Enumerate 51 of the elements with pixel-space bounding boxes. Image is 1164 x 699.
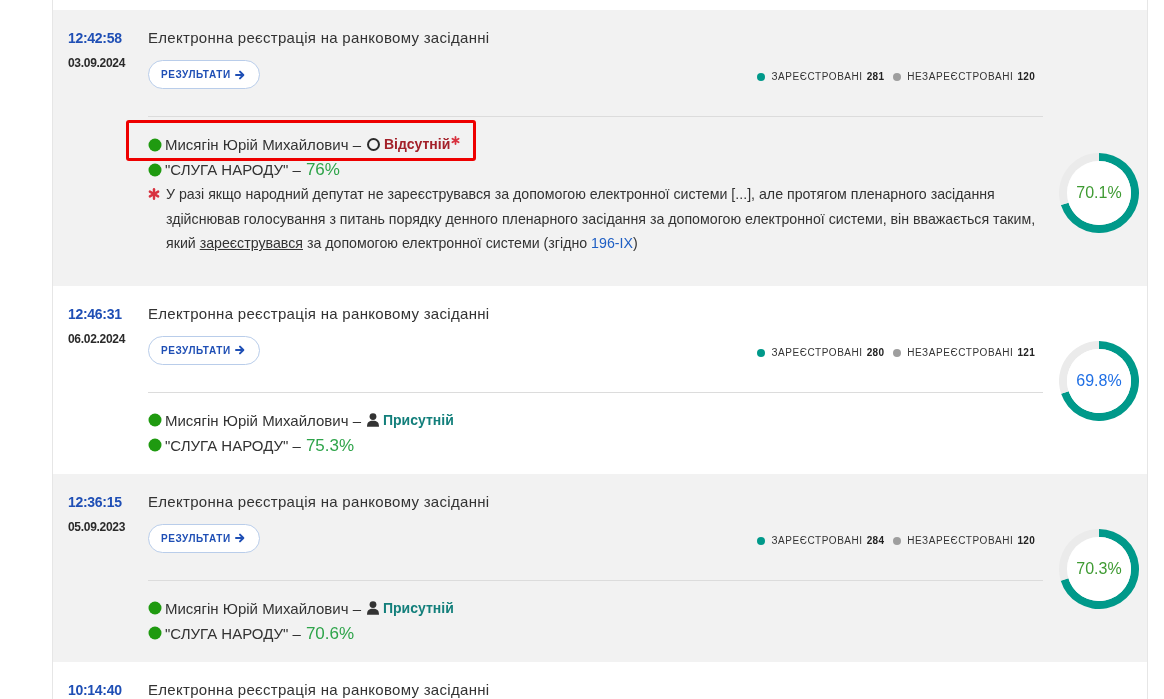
deputy-name: Мисягін Юрій Михайлович –	[165, 135, 361, 155]
party-name: "СЛУГА НАРОДУ" –	[165, 623, 301, 644]
deputy-name: Мисягін Юрій Михайлович –	[165, 598, 361, 619]
party-share: 76%	[305, 159, 340, 181]
dot-icon	[148, 626, 162, 640]
dot-icon	[148, 438, 162, 452]
legend-count: 284	[866, 533, 885, 548]
dot-icon	[148, 137, 162, 152]
legend-label: ЗАРЕЄСТРОВАНІ	[771, 70, 863, 84]
session-time: 12:46:31	[68, 304, 122, 324]
session-date: 03.09.2024	[68, 55, 126, 71]
session-title: Електронна реєстрація на ранковому засіданні	[148, 28, 490, 48]
session-time: 10:14:40	[68, 680, 122, 699]
deputy-name: Мисягін Юрій Михайлович –	[165, 410, 361, 431]
attendance-status: Присутній	[383, 410, 454, 430]
session-title: Електронна реєстрація на ранковому засіданні	[148, 303, 490, 324]
legend-count: 280	[866, 345, 885, 360]
session-time: 12:36:15	[68, 492, 122, 512]
party-name: "СЛУГА НАРОДУ" –	[165, 435, 301, 456]
arrow-right-icon	[234, 69, 245, 80]
session-time: 12:42:58	[68, 29, 122, 48]
legend-label: НЕЗАРЕЄСТРОВАНІ	[907, 345, 1014, 360]
session-date: 06.02.2024	[68, 330, 126, 347]
attendance-status: Відсутній	[384, 135, 451, 154]
legend-label: ЗАРЕЄСТРОВАНІ	[771, 533, 863, 548]
legend-label: НЕЗАРЕЄСТРОВАНІ	[907, 533, 1014, 548]
legend-count: 120	[1017, 70, 1035, 84]
session-date: 05.09.2023	[68, 518, 126, 535]
party-share: 75.3%	[305, 434, 355, 457]
party-share: 70.6%	[305, 622, 355, 645]
law-link[interactable]: 196-IX	[591, 235, 633, 251]
results-button[interactable]: РЕЗУЛЬТАТИ	[148, 60, 260, 89]
dot-icon	[148, 601, 162, 615]
session-title: Електронна реєстрація на ранковому засіданні	[148, 491, 490, 512]
legend-count: 281	[866, 70, 885, 84]
attendance-status: Присутній	[383, 598, 454, 618]
dot-icon	[148, 162, 162, 177]
term-link[interactable]: зареєструвався	[199, 235, 303, 251]
asterisk-icon	[148, 188, 160, 200]
dot-icon	[148, 413, 162, 427]
results-button[interactable]: РЕЗУЛЬТАТИ	[148, 523, 260, 553]
legend-label: НЕЗАРЕЄСТРОВАНІ	[907, 70, 1014, 84]
arrow-right-icon	[234, 345, 245, 355]
arrow-right-icon	[234, 533, 245, 543]
session-title: Електронна реєстрація на ранковому засіданні	[148, 679, 490, 699]
legend-count: 121	[1017, 345, 1035, 360]
legend-label: ЗАРЕЄСТРОВАНІ	[771, 345, 863, 360]
footnote-text: У разі якщо народний депутат не зареєструвався за допомогою електронної системи [...], але протягом пленарного засідання здійснював голосування з питань порядку денного пленарного засідання за допомогою електронної системи, він вважається таким, який зареєструвався за допомогою електронної системи (згідно 196-IX)	[166, 185, 1037, 253]
party-name: "СЛУГА НАРОДУ" –	[165, 160, 301, 180]
legend-count: 120	[1017, 533, 1035, 548]
results-button[interactable]: РЕЗУЛЬТАТИ	[148, 335, 260, 365]
